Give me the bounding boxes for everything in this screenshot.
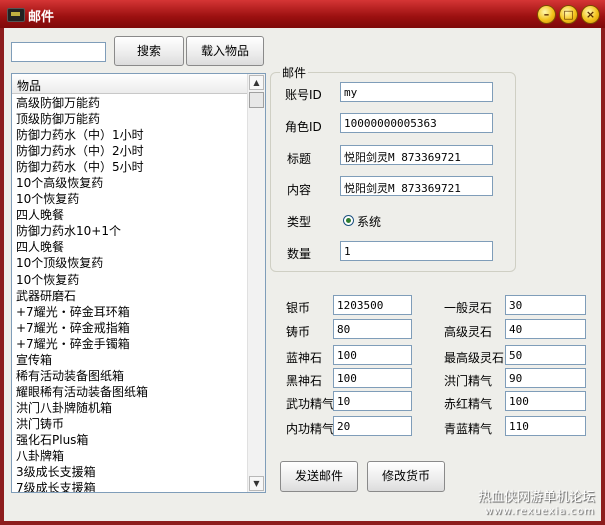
scroll-thumb[interactable]: [249, 92, 264, 108]
search-button[interactable]: 搜索: [114, 36, 184, 66]
send-mail-button[interactable]: 发送邮件: [280, 461, 358, 492]
list-item[interactable]: 防御力药水（中）5小时: [16, 159, 248, 175]
search-input[interactable]: [11, 42, 106, 62]
list-item[interactable]: 稀有活动装备图纸箱: [16, 368, 248, 384]
list-item[interactable]: 高级防御万能药: [16, 95, 248, 111]
list-item[interactable]: 防御力药水10+1个: [16, 223, 248, 239]
title-bar[interactable]: 邮件 – □ ×: [0, 0, 605, 28]
list-item[interactable]: 10个顶级恢复药: [16, 255, 248, 271]
quantity-label: 数量: [287, 247, 312, 261]
item-list-scrollbar[interactable]: ▲ ▼: [247, 74, 265, 492]
account-id-field[interactable]: my: [340, 82, 493, 102]
currency-label: 蓝神石: [286, 351, 323, 365]
modify-currency-button[interactable]: 修改货币: [367, 461, 445, 492]
currency-field[interactable]: 40: [505, 319, 586, 339]
watermark: 热血侠网游单机论坛 www.rexuexia.com: [477, 490, 595, 518]
scroll-up-icon[interactable]: ▲: [249, 75, 264, 90]
list-item[interactable]: 四人晚餐: [16, 207, 248, 223]
currency-field[interactable]: 110: [505, 416, 586, 436]
currency-field[interactable]: 80: [333, 319, 412, 339]
list-item[interactable]: +7耀光・碎金戒指箱: [16, 320, 248, 336]
currency-field[interactable]: 50: [505, 345, 586, 365]
currency-label: 一般灵石: [444, 301, 493, 315]
close-icon[interactable]: ×: [581, 5, 600, 24]
window-title: 邮件: [28, 10, 55, 25]
system-type-label[interactable]: 系统: [357, 213, 381, 230]
currency-label: 武功精气: [286, 397, 335, 411]
list-item[interactable]: 宣传箱: [16, 352, 248, 368]
currency-label: 高级灵石: [444, 325, 493, 339]
list-item[interactable]: 洪门铸币: [16, 416, 248, 432]
item-list[interactable]: 物品 高级防御万能药 顶级防御万能药 防御力药水（中）1小时 防御力药水（中）2小时防…: [11, 73, 266, 493]
system-type-radio[interactable]: [343, 215, 354, 226]
currency-label: 最高级灵石: [444, 351, 505, 365]
currency-field[interactable]: 100: [333, 345, 412, 365]
type-label: 类型: [287, 215, 312, 229]
list-item[interactable]: 顶级防御万能药: [16, 111, 248, 127]
list-item[interactable]: 八卦牌箱: [16, 448, 248, 464]
currency-label: 铸币: [286, 325, 311, 339]
currency-field[interactable]: 100: [333, 368, 412, 388]
currency-field[interactable]: 100: [505, 391, 586, 411]
currency-field[interactable]: 1203500: [333, 295, 412, 315]
list-item[interactable]: 7级成长支援箱: [16, 480, 248, 492]
list-item[interactable]: 四人晚餐: [16, 239, 248, 255]
quantity-field[interactable]: 1: [340, 241, 493, 261]
role-id-field[interactable]: 10000000005363: [340, 113, 493, 133]
currency-field[interactable]: 20: [333, 416, 412, 436]
account-id-label: 账号ID: [285, 88, 322, 102]
scroll-down-icon[interactable]: ▼: [249, 476, 264, 491]
currency-label: 银币: [286, 301, 311, 315]
currency-label: 青蓝精气: [444, 422, 493, 436]
list-item[interactable]: 10个高级恢复药: [16, 175, 248, 191]
currency-label: 赤红精气: [444, 397, 493, 411]
list-item[interactable]: 10个恢复药: [16, 272, 248, 288]
content-label: 内容: [287, 183, 312, 197]
subject-field[interactable]: 悦阳剑灵M 873369721: [340, 145, 493, 165]
list-item[interactable]: 10个恢复药: [16, 191, 248, 207]
list-item[interactable]: 武器研磨石: [16, 288, 248, 304]
list-item[interactable]: 防御力药水（中）1小时: [16, 127, 248, 143]
list-item[interactable]: 3级成长支援箱: [16, 464, 248, 480]
currency-field[interactable]: 30: [505, 295, 586, 315]
currency-label: 洪门精气: [444, 374, 493, 388]
client-area: 搜索 载入物品 物品 高级防御万能药 顶级防御万能药 防御力药水（中）1小时 防御力药…: [4, 28, 601, 521]
app-window: 邮件 – □ × 搜索 载入物品 物品 高级防御万能药 顶级防御万能药 防御力药水（…: [0, 0, 605, 525]
list-item[interactable]: 防御力药水（中）2小时: [16, 143, 248, 159]
currency-field[interactable]: 10: [333, 391, 412, 411]
app-icon: [7, 8, 25, 22]
list-item[interactable]: 洪门八卦牌随机箱: [16, 400, 248, 416]
role-id-label: 角色ID: [285, 120, 322, 134]
load-items-button[interactable]: 载入物品: [186, 36, 264, 66]
list-item[interactable]: 强化石Plus箱: [16, 432, 248, 448]
list-item[interactable]: +7耀光・碎金耳环箱: [16, 304, 248, 320]
maximize-icon[interactable]: □: [559, 5, 578, 24]
currency-label: 黑神石: [286, 374, 323, 388]
subject-label: 标题: [287, 152, 312, 166]
minimize-icon[interactable]: –: [537, 5, 556, 24]
currency-label: 内功精气: [286, 422, 335, 436]
list-item[interactable]: +7耀光・碎金手镯箱: [16, 336, 248, 352]
item-list-header[interactable]: 物品: [12, 74, 248, 94]
content-field[interactable]: 悦阳剑灵M 873369721: [340, 176, 493, 196]
currency-field[interactable]: 90: [505, 368, 586, 388]
mail-groupbox-title: 邮件: [280, 64, 309, 81]
list-item[interactable]: 耀眼稀有活动装备图纸箱: [16, 384, 248, 400]
